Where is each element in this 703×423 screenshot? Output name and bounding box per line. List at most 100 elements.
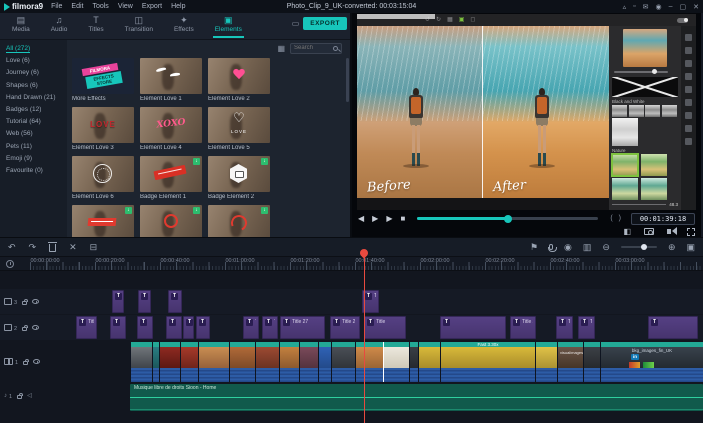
mixer-button[interactable]: ▥: [583, 241, 592, 253]
close-icon[interactable]: ✕: [693, 3, 699, 11]
fullscreen-icon[interactable]: [687, 227, 695, 236]
lock-icon[interactable]: [23, 359, 29, 365]
video-clip[interactable]: [180, 342, 198, 382]
grid-view-icon[interactable]: ▦: [277, 44, 285, 53]
previous-frame-button[interactable]: ◀: [358, 214, 364, 224]
speaker-icon[interactable]: ◁: [27, 392, 32, 399]
video-clip[interactable]: [409, 342, 418, 382]
timeline-ruler[interactable]: 00:00:00:0000:00:20:0000:00:40:0000:01:0…: [0, 257, 703, 271]
video-clip[interactable]: [152, 342, 159, 382]
eye-icon[interactable]: [33, 359, 41, 364]
search-input[interactable]: [294, 45, 330, 51]
video-clip[interactable]: [583, 342, 600, 382]
element-item-element-love-2[interactable]: Element Love 2: [208, 58, 270, 107]
video-clip[interactable]: [383, 342, 409, 382]
lock-icon[interactable]: [22, 325, 28, 331]
feedback-icon[interactable]: ✉: [643, 3, 649, 11]
video-clip[interactable]: [535, 342, 557, 382]
upload-icon[interactable]: ▫: [633, 3, 635, 10]
close-gap-button[interactable]: ✕: [69, 241, 77, 253]
title-clip[interactable]: TTitle 27: [510, 316, 536, 339]
redo-button[interactable]: ↷: [29, 241, 37, 253]
category-emoji-9[interactable]: Emoji (9): [6, 153, 67, 165]
snapshot-icon[interactable]: [644, 228, 654, 235]
tab-effects[interactable]: ✦ Effects: [172, 15, 196, 38]
video-clip[interactable]: [418, 342, 440, 382]
video-clip[interactable]: [279, 342, 299, 382]
element-item-more-effects[interactable]: FILMORA EFFECTS STORE More Effects: [72, 58, 134, 107]
search-icon[interactable]: [333, 45, 338, 51]
menu-help[interactable]: Help: [171, 3, 185, 10]
video-clip[interactable]: visualimages: [557, 342, 583, 382]
tab-elements[interactable]: ▣ Elements: [212, 15, 244, 38]
video-clip[interactable]: Fast 3.30x: [440, 342, 535, 382]
account-icon[interactable]: ◉: [655, 3, 661, 11]
element-item-element-love-5[interactable]: ♡ LOVE Element Love 5: [208, 107, 270, 156]
title-clip[interactable]: T: [110, 316, 126, 339]
playhead-line[interactable]: [364, 254, 365, 423]
element-item-badge-element-1[interactable]: ↓ Badge Element 1: [140, 156, 202, 205]
element-item-badge-element-2[interactable]: ↓ Badge Element 2: [208, 156, 270, 205]
title-clip[interactable]: TTitl: [76, 316, 97, 339]
fit-timeline-icon[interactable]: ▣: [686, 241, 695, 253]
audio-clip[interactable]: Musique libre de droits Sioon - Home: [130, 384, 703, 411]
title-clip[interactable]: TTitl: [243, 316, 259, 339]
title-clip[interactable]: TTitle 27: [280, 316, 325, 339]
menu-view[interactable]: View: [118, 3, 133, 10]
title-clip[interactable]: T: [137, 316, 153, 339]
timeline-zoom-slider[interactable]: [620, 243, 657, 250]
next-frame-button[interactable]: ▶: [386, 214, 392, 224]
eye-icon[interactable]: [32, 325, 40, 330]
zoom-in-icon[interactable]: ⊕: [668, 241, 676, 253]
title-clip[interactable]: T: [196, 316, 210, 339]
record-button[interactable]: ◉: [564, 241, 572, 253]
title-clip[interactable]: T Title 2: [330, 316, 360, 339]
video-clip[interactable]: [159, 342, 180, 382]
element-item[interactable]: ↓: [208, 205, 270, 237]
title-clip[interactable]: TT: [262, 316, 278, 339]
title-clip[interactable]: TTitle: [556, 316, 573, 339]
tab-titles[interactable]: T Titles: [86, 15, 105, 38]
video-clip[interactable]: [198, 342, 229, 382]
title-clip[interactable]: T: [183, 316, 194, 339]
category-all-272[interactable]: All (272): [6, 43, 67, 55]
tab-media[interactable]: ▤ Media: [10, 15, 32, 38]
video-clip[interactable]: bkg_images_fin_UK in: [600, 342, 703, 382]
video-clip[interactable]: [318, 342, 331, 382]
title-clip[interactable]: T: [168, 290, 182, 313]
category-journey-6[interactable]: Journey (6): [6, 67, 67, 79]
title-clip[interactable]: TTitle: [364, 316, 406, 339]
bell-icon[interactable]: ▵: [623, 3, 627, 11]
lock-icon[interactable]: [17, 393, 23, 399]
stop-button[interactable]: ■: [400, 214, 405, 224]
title-clip[interactable]: T: [138, 290, 151, 313]
category-tutorial-64[interactable]: Tutorial (64): [6, 116, 67, 128]
voiceover-button[interactable]: [547, 244, 557, 252]
download-icon[interactable]: ↓: [193, 207, 200, 214]
element-item-element-love-6[interactable]: Element Love 6: [72, 156, 134, 205]
seek-bar[interactable]: [417, 214, 599, 223]
video-clip[interactable]: [255, 342, 279, 382]
category-pets-11[interactable]: Pets (11): [6, 141, 67, 153]
marker-button[interactable]: ⚑: [530, 241, 538, 253]
menu-tools[interactable]: Tools: [92, 3, 108, 10]
download-icon[interactable]: ↓: [261, 158, 268, 165]
tab-transition[interactable]: ◫ Transition: [123, 15, 155, 38]
category-web-56[interactable]: Web (56): [6, 128, 67, 140]
seek-knob[interactable]: [504, 214, 513, 223]
title-clip[interactable]: T: [440, 316, 506, 339]
split-button[interactable]: ⊟: [90, 241, 98, 253]
lock-icon[interactable]: [22, 299, 28, 305]
video-clip[interactable]: [229, 342, 255, 382]
element-item[interactable]: ↓: [72, 205, 134, 237]
element-item[interactable]: ↓: [140, 205, 202, 237]
menu-export[interactable]: Export: [142, 3, 162, 10]
menu-edit[interactable]: Edit: [71, 3, 83, 10]
maximize-icon[interactable]: ▢: [680, 3, 687, 11]
download-icon[interactable]: ↓: [261, 207, 268, 214]
delete-button[interactable]: [48, 242, 58, 252]
title-clip[interactable]: T: [166, 316, 182, 339]
element-item-element-love-3[interactable]: LOVE Element Love 3: [72, 107, 134, 156]
mark-in-out-icon[interactable]: ( ): [610, 215, 623, 222]
title-clip[interactable]: T: [112, 290, 124, 313]
